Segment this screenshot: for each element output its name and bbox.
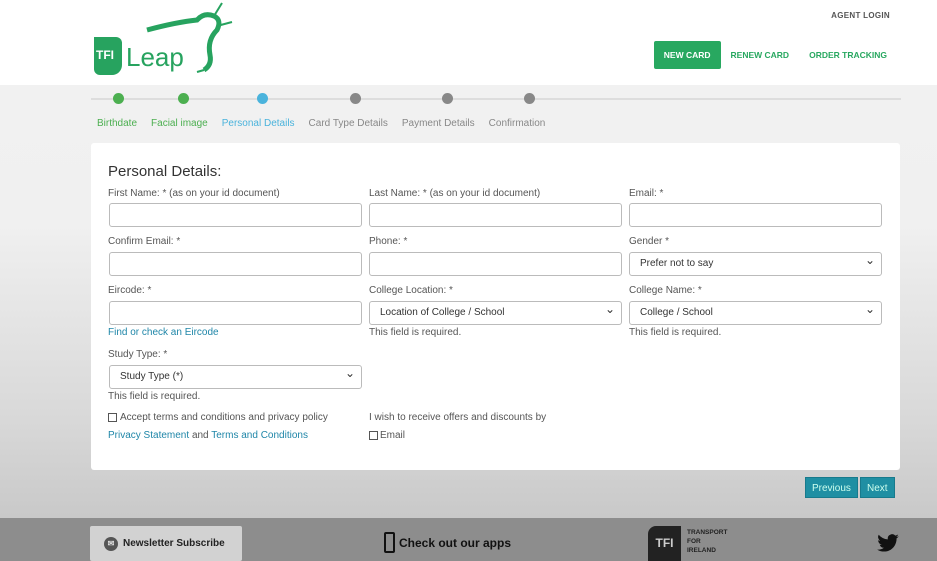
agent-login-link[interactable]: AGENT LOGIN (831, 11, 890, 20)
step-payment: Payment Details (401, 118, 475, 129)
tfi-line-3: IRELAND (687, 547, 716, 554)
step-personal-details: Personal Details (221, 118, 295, 129)
newsletter-subscribe-button[interactable]: ✉ Newsletter Subscribe (90, 526, 242, 561)
terms-row: Accept terms and conditions and privacy … (108, 412, 328, 423)
header: TFI Leap AGENT LOGIN NEW CARD RENEW CARD… (0, 0, 937, 85)
last-name-label: Last Name: * (as on your id document) (369, 188, 541, 199)
college-name-select[interactable]: College / School (629, 301, 882, 325)
eircode-finder-link[interactable]: Find or check an Eircode (108, 327, 219, 338)
step-facial-image: Facial image (151, 118, 208, 129)
previous-button[interactable]: Previous (805, 477, 858, 498)
college-name-value: College / School (640, 307, 713, 318)
terms-link[interactable]: Terms and Conditions (211, 430, 308, 441)
step-dot-confirmation (524, 93, 535, 104)
newsletter-label: Newsletter Subscribe (123, 538, 225, 549)
personal-details-form: Personal Details: First Name: * (as on y… (91, 143, 900, 470)
study-type-label: Study Type: * (108, 349, 168, 360)
college-location-error: This field is required. (369, 327, 462, 338)
offers-label: I wish to receive offers and discounts b… (369, 412, 547, 423)
phone-icon (384, 532, 395, 553)
gender-select[interactable]: Prefer not to say (629, 252, 882, 276)
tfi-logo[interactable]: TFI TRANSPORT FOR IRELAND (648, 526, 727, 561)
progress-line (91, 98, 901, 100)
offers-email-checkbox[interactable] (369, 431, 378, 440)
footer: ✉ Newsletter Subscribe Check out our app… (0, 518, 937, 561)
confirm-email-input[interactable] (109, 252, 362, 276)
step-card-type: Card Type Details (308, 118, 388, 129)
privacy-statement-link[interactable]: Privacy Statement (108, 430, 189, 441)
form-title: Personal Details: (108, 163, 222, 180)
step-labels: Birthdate Facial image Personal Details … (97, 118, 559, 129)
college-location-select[interactable]: Location of College / School (369, 301, 622, 325)
first-name-input[interactable] (109, 203, 362, 227)
main-nav: NEW CARD RENEW CARD ORDER TRACKING (653, 41, 897, 69)
nav-order-tracking[interactable]: ORDER TRACKING (799, 41, 897, 69)
apps-label: Check out our apps (399, 535, 512, 550)
college-location-value: Location of College / School (380, 307, 505, 318)
college-location-label: College Location: * (369, 285, 453, 296)
offers-email-row: Email (369, 430, 405, 441)
step-dot-personal-details (257, 93, 268, 104)
apps-link[interactable]: Check out our apps (384, 532, 511, 553)
step-dot-birthdate (113, 93, 124, 104)
confirm-email-label: Confirm Email: * (108, 236, 181, 247)
gender-label: Gender * (629, 236, 670, 247)
eircode-label: Eircode: * (108, 285, 152, 296)
eircode-input[interactable] (109, 301, 362, 325)
first-name-label: First Name: * (as on your id document) (108, 188, 280, 199)
gender-value: Prefer not to say (640, 258, 714, 269)
college-name-label: College Name: * (629, 285, 702, 296)
terms-checkbox[interactable] (108, 413, 117, 422)
and-text: and (191, 430, 209, 441)
svg-text:TFI: TFI (96, 48, 114, 62)
step-confirmation: Confirmation (488, 118, 546, 129)
nav-new-card[interactable]: NEW CARD (653, 41, 721, 69)
tfi-line-1: TRANSPORT (687, 529, 728, 536)
study-type-error: This field is required. (108, 391, 201, 402)
tfi-logo-mark: TFI (648, 526, 681, 561)
progress-steps (91, 92, 901, 104)
study-type-select[interactable]: Study Type (*) (109, 365, 362, 389)
college-name-error: This field is required. (629, 327, 722, 338)
email-label: Email: * (629, 188, 664, 199)
terms-label: Accept terms and conditions and privacy … (120, 412, 328, 423)
tfi-line-2: FOR (687, 538, 701, 545)
study-type-value: Study Type (*) (120, 371, 184, 382)
svg-text:Leap: Leap (126, 42, 184, 72)
tfi-leap-logo[interactable]: TFI Leap (92, 0, 237, 75)
phone-label: Phone: * (369, 236, 408, 247)
envelope-icon: ✉ (104, 536, 118, 551)
step-birthdate: Birthdate (97, 118, 138, 129)
offers-email-label: Email (380, 430, 406, 441)
nav-renew-card[interactable]: RENEW CARD (721, 41, 800, 69)
step-dot-card-type (350, 93, 361, 104)
twitter-icon[interactable] (877, 534, 899, 552)
step-dot-payment (442, 93, 453, 104)
step-dot-facial-image (178, 93, 189, 104)
email-input[interactable] (629, 203, 882, 227)
phone-input[interactable] (369, 252, 622, 276)
last-name-input[interactable] (369, 203, 622, 227)
terms-links: Privacy Statement and Terms and Conditio… (108, 430, 308, 441)
next-button[interactable]: Next (860, 477, 895, 498)
